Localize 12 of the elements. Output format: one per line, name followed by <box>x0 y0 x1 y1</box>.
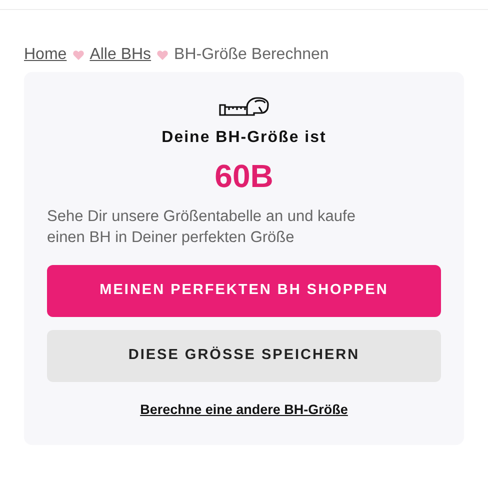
heart-icon <box>157 50 168 60</box>
shop-button[interactable]: MEINEN PERFEKTEN BH SHOPPEN <box>47 265 441 317</box>
recalculate-link[interactable]: Berechne eine andere BH-Größe <box>140 400 348 420</box>
bra-size: 60B <box>214 157 274 196</box>
breadcrumb-current: BH-Größe Berechnen <box>174 44 329 64</box>
save-size-button[interactable]: DIESE GRÖSSE SPEICHERN <box>47 330 441 382</box>
breadcrumb-link[interactable]: Home <box>24 42 67 66</box>
result-heading: Deine BH-Größe ist <box>162 128 326 148</box>
measuring-tape-icon <box>219 94 269 118</box>
heart-icon <box>72 50 84 60</box>
breadcrumb-link[interactable]: Alle BHs <box>90 42 152 66</box>
description: Sehe Dir unsere Größentabelle an und kaufe einen BH in Deiner perfekten Größe <box>47 207 356 248</box>
